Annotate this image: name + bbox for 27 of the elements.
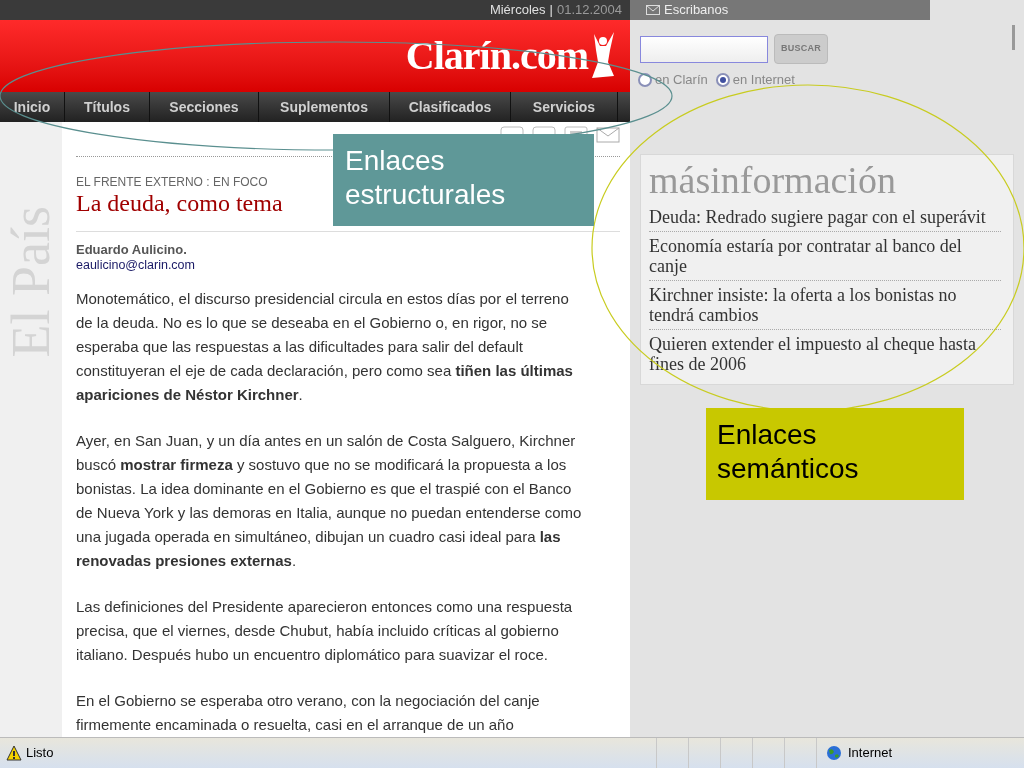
nav-tab[interactable]: Secciones — [150, 92, 259, 122]
separator: | — [549, 1, 553, 20]
article-kicker: EL FRENTE EXTERNO : EN FOCO — [76, 175, 269, 189]
date-label: 01.12.2004 — [556, 1, 622, 20]
status-text: Listo — [26, 744, 55, 763]
nav-tab[interactable]: Suplementos — [259, 92, 390, 122]
annotation-label: Enlaces estructurales — [333, 134, 594, 226]
radio-label: en Internet — [732, 71, 795, 89]
nav-tab[interactable]: Clasificados — [390, 92, 511, 122]
panel-title: másinformación — [649, 157, 897, 203]
author-name: Eduardo Aulicino. — [76, 242, 188, 257]
annotation-label: Enlaces semánticos — [706, 408, 964, 500]
related-link[interactable]: Deuda: Redrado sugiere pagar con el superávit — [649, 202, 1001, 232]
related-link[interactable]: Kirchner insiste: la oferta a los bonistas no tendrá cambios — [649, 280, 1001, 330]
article-paragraph: En el Gobierno se esperaba otro verano, con la negociación del canje firmemente encaminada o resuelta, casi en el arranque de un año — [76, 691, 541, 735]
article-headline: La deuda, como tema — [76, 189, 283, 217]
nav-tab[interactable]: Títulos — [65, 92, 150, 122]
article-paragraph: Monotemático, el discurso presidencial circula en estos días por el terreno de la deuda. No es lo que se deseaba en el Gobierno o, en rigor, no se esperaba que las respuestas a las dificultades para salir del default constituyeran el eje de cada declaración, pero como sea tiñen las últimas apariciones de Néstor Kirchner. — [76, 289, 574, 405]
author-email[interactable]: eaulicino@clarin.com — [76, 257, 620, 273]
article-paragraph: Las definiciones del Presidente aparecieron entonces como una respuesta precisa, que el viernes, desde Chubut, había incluido críticas al gobierno italiano. Después hubo un encuentro diplomático para suavizar el roce. — [76, 597, 574, 665]
contact-link[interactable]: Escribanos — [664, 0, 729, 20]
logo[interactable]: Clarín.com — [405, 26, 588, 86]
day-label: Miércoles — [489, 1, 546, 20]
nav-tab[interactable]: Servicios — [511, 92, 618, 122]
related-link[interactable]: Economía estaría por contratar al banco del canje — [649, 231, 1001, 281]
article-paragraph: Ayer, en San Juan, y un día antes en un salón de Costa Salguero, Kirchner buscó mostrar firmeza y sostuvo que no se modificará la propuesta a los bonistas. La idea dominante en el Gobierno es que el traspié con el Banco de Nueva York y las demoras en Italia, aunque no puedan entenderse como una jugada operada en simultáneo, dibujan un cuadro casi ideal para las renovadas presiones externas. — [76, 431, 583, 571]
zone-label: Internet — [848, 744, 893, 763]
